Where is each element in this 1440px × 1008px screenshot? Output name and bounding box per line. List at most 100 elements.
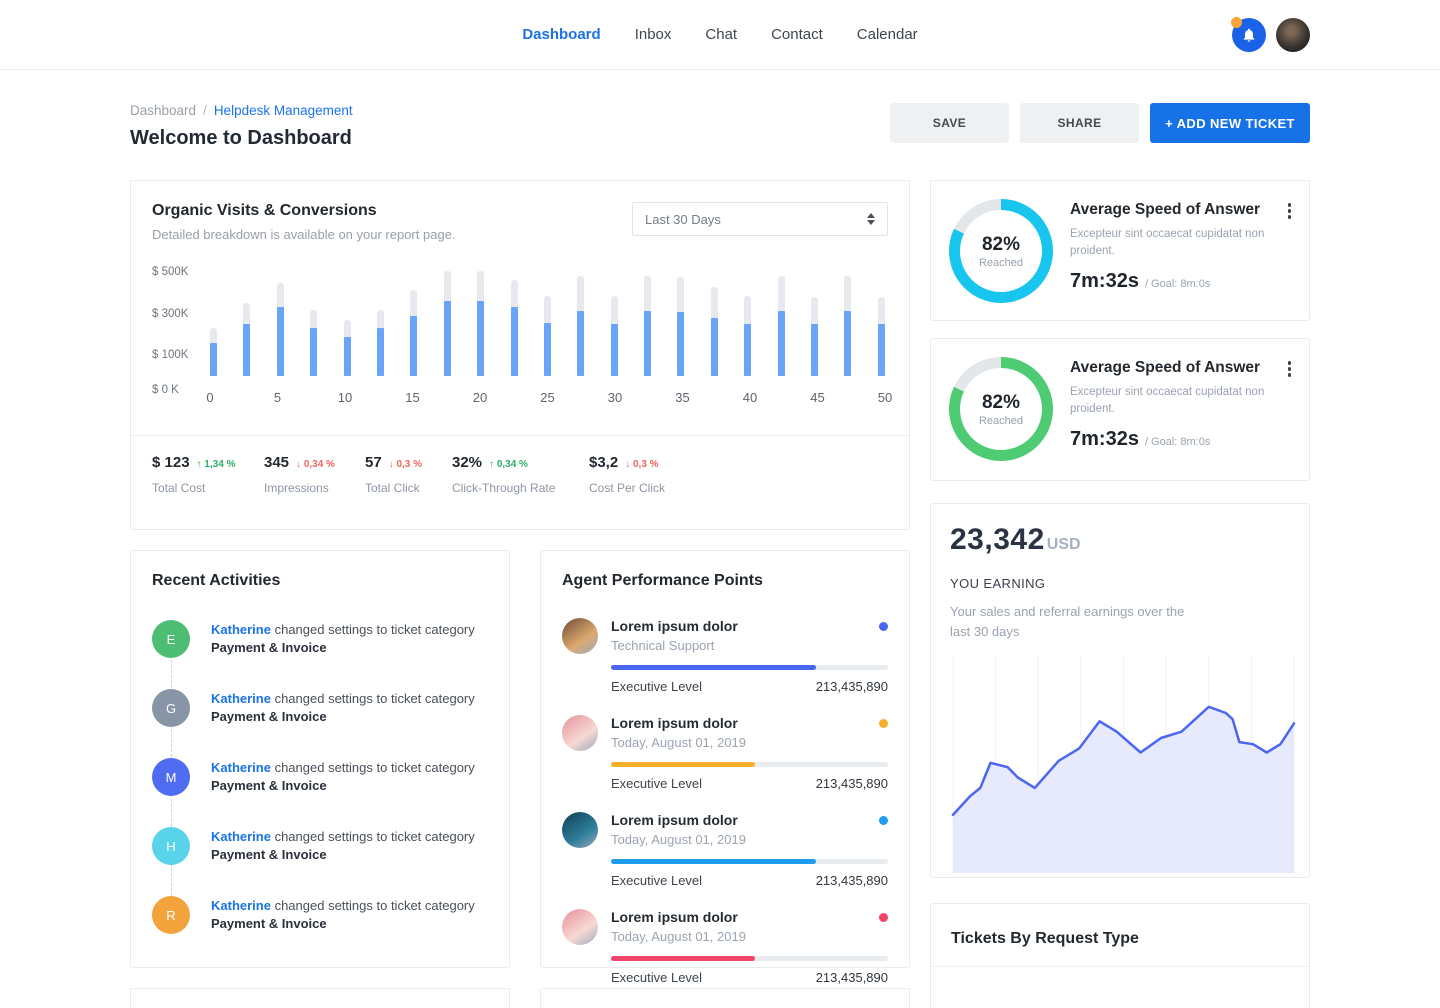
progress-fill xyxy=(611,956,755,961)
nav-item-inbox[interactable]: Inbox xyxy=(635,26,672,43)
bar-group xyxy=(210,268,217,376)
agent-entry: Lorem ipsum dolorToday, August 01, 2019E… xyxy=(562,715,888,791)
speed-goal: / Goal: 8m:0s xyxy=(1145,436,1210,448)
x-axis-label: 20 xyxy=(473,390,487,405)
organic-card-subtitle: Detailed breakdown is available on your … xyxy=(152,227,456,242)
bar-group xyxy=(677,268,684,376)
progress-track xyxy=(611,859,888,864)
bar-group xyxy=(844,268,851,376)
activity-text: Katherine changed settings to ticket cat… xyxy=(211,689,475,727)
progress-fill xyxy=(611,762,755,767)
kebab-menu-icon[interactable] xyxy=(1286,359,1294,379)
organic-visits-card: Organic Visits & Conversions Detailed br… xyxy=(130,180,910,530)
stat-value: $3,2 xyxy=(589,454,618,471)
stat-item: 345↓ 0,34 %Impressions xyxy=(264,454,365,495)
stat-value: $ 123 xyxy=(152,454,190,471)
agent-performance-card: Agent Performance Points Lorem ipsum dol… xyxy=(540,550,910,968)
date-range-select[interactable]: Last 30 Days xyxy=(632,202,888,236)
agent-subtitle: Technical Support xyxy=(611,638,888,653)
donut-percent: 82% xyxy=(982,392,1020,414)
bar-group xyxy=(744,268,751,376)
activity-item: E Katherine changed settings to ticket ca… xyxy=(152,620,488,658)
bottom-card-left xyxy=(130,988,510,1008)
bar-group xyxy=(577,268,584,376)
activity-text: Katherine changed settings to ticket cat… xyxy=(211,620,475,658)
stat-delta: ↓ 0,34 % xyxy=(296,459,335,470)
add-new-ticket-button[interactable]: + ADD NEW TICKET xyxy=(1150,103,1310,143)
earnings-card: 23,342 USD YOU EARNING Your sales and re… xyxy=(930,503,1310,878)
x-axis-label: 15 xyxy=(405,390,419,405)
stat-delta: ↑ 1,34 % xyxy=(197,459,236,470)
agent-performance-title: Agent Performance Points xyxy=(562,572,888,590)
nav-item-chat[interactable]: Chat xyxy=(705,26,737,43)
speed-time: 7m:32s xyxy=(1070,428,1139,451)
x-axis-label: 5 xyxy=(274,390,281,405)
activity-item: RKatherine changed settings to ticket ca… xyxy=(152,896,488,934)
y-axis-label: $ 500K xyxy=(152,266,188,278)
actor-link[interactable]: Katherine xyxy=(211,829,271,844)
agent-level-label: Executive Level xyxy=(611,873,702,888)
breadcrumb-root[interactable]: Dashboard xyxy=(130,103,196,118)
bar-value xyxy=(277,307,284,376)
notifications-button[interactable] xyxy=(1232,18,1266,52)
agent-list: Lorem ipsum dolor Technical Support Execut… xyxy=(562,618,888,985)
arrow-down-icon: ↓ xyxy=(296,459,304,470)
x-axis-label: 25 xyxy=(540,390,554,405)
save-button[interactable]: SAVE xyxy=(890,103,1009,143)
activity-avatar: M xyxy=(152,758,190,796)
agent-entry: Lorem ipsum dolorToday, August 01, 2019E… xyxy=(562,909,888,985)
agent-name: Lorem ipsum dolor xyxy=(611,812,879,828)
status-dot xyxy=(879,816,888,825)
bar-chart-bars xyxy=(210,268,885,376)
speed-of-answer-card-1: 82% Reached Average Speed of Answer Exce… xyxy=(930,180,1310,321)
bar-group xyxy=(778,268,785,376)
actor-link[interactable]: Katherine xyxy=(211,898,271,913)
bar-group xyxy=(811,268,818,376)
bar-value xyxy=(511,307,518,376)
user-avatar[interactable] xyxy=(1276,18,1310,52)
bar-group xyxy=(277,268,284,376)
tickets-card-title: Tickets By Request Type xyxy=(931,904,1309,966)
agent-level-label: Executive Level xyxy=(611,776,702,791)
stat-label: Impressions xyxy=(264,481,365,495)
activity-item: MKatherine changed settings to ticket ca… xyxy=(152,758,488,796)
bar-chart: $ 500K$ 300K$ 100K$ 0 K 0510152025303540… xyxy=(131,242,909,416)
recent-activities-title: Recent Activities xyxy=(152,572,488,590)
activity-avatar: E xyxy=(152,620,190,658)
bar-group xyxy=(611,268,618,376)
status-dot xyxy=(879,913,888,922)
notification-badge xyxy=(1231,17,1242,28)
actor-link[interactable]: Katherine xyxy=(211,622,271,637)
agent-entry: Lorem ipsum dolorTechnical SupportExecut… xyxy=(562,618,888,694)
x-axis-label: 50 xyxy=(878,390,892,405)
actor-link[interactable]: Katherine xyxy=(211,760,271,775)
breadcrumb-current[interactable]: Helpdesk Management xyxy=(214,103,353,118)
bar-group xyxy=(878,268,885,376)
recent-activities-card: Recent Activities E Katherine changed set… xyxy=(130,550,510,968)
earnings-desc: Your sales and referral earnings over th… xyxy=(950,602,1200,641)
speed-card-desc: Excepteur sint occaecat cupidatat non pr… xyxy=(1070,384,1285,417)
agent-points: 213,435,890 xyxy=(816,679,888,694)
agent-name: Lorem ipsum dolor xyxy=(611,909,879,925)
nav-item-calendar[interactable]: Calendar xyxy=(857,26,918,43)
progress-fill xyxy=(611,665,816,670)
nav-item-contact[interactable]: Contact xyxy=(771,26,823,43)
agent-avatar xyxy=(562,909,598,945)
actor-link[interactable]: Katherine xyxy=(211,691,271,706)
kebab-menu-icon[interactable] xyxy=(1286,201,1294,221)
speed-card-title: Average Speed of Answer xyxy=(1070,201,1291,219)
activity-timeline: E Katherine changed settings to ticket ca… xyxy=(152,620,488,934)
speed-card-title: Average Speed of Answer xyxy=(1070,359,1291,377)
bar-value xyxy=(377,328,384,376)
bar-group xyxy=(511,268,518,376)
arrow-up-icon: ↑ xyxy=(489,459,497,470)
breadcrumb: Dashboard/Helpdesk Management xyxy=(130,103,353,118)
activity-target: Payment & Invoice xyxy=(211,639,475,657)
agent-points: 213,435,890 xyxy=(816,776,888,791)
earnings-currency: USD xyxy=(1047,536,1081,554)
nav-item-dashboard[interactable]: Dashboard xyxy=(522,26,600,43)
speed-goal: / Goal: 8m:0s xyxy=(1145,278,1210,290)
bar-group xyxy=(544,268,551,376)
share-button[interactable]: SHARE xyxy=(1020,103,1139,143)
donut-caption: Reached xyxy=(979,257,1023,269)
